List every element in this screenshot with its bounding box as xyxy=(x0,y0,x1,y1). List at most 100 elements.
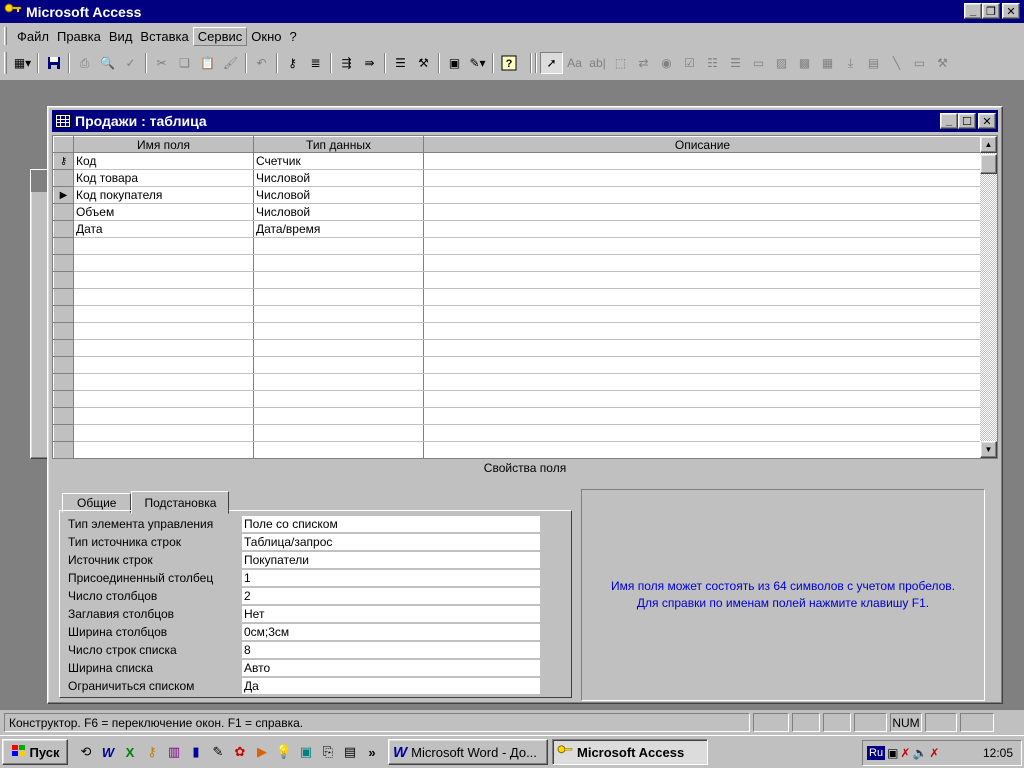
data-type-cell[interactable]: Числовой xyxy=(253,169,424,187)
row-selector[interactable] xyxy=(53,424,74,442)
print-preview-icon[interactable]: 🔍 xyxy=(96,52,119,74)
paste-icon[interactable]: 📋 xyxy=(196,52,219,74)
table-row-empty[interactable] xyxy=(53,288,982,306)
current-row-icon[interactable]: ▶ xyxy=(53,186,74,204)
data-type-cell[interactable] xyxy=(253,237,424,255)
select-objects-icon[interactable]: ➚ xyxy=(540,52,563,74)
print-icon[interactable]: ⎙ xyxy=(73,52,96,74)
tab-lookup[interactable]: Подстановка xyxy=(131,491,230,514)
list-box-icon[interactable]: ☰ xyxy=(724,52,747,74)
property-row[interactable]: Источник строк Покупатели xyxy=(64,551,540,569)
description-cell[interactable] xyxy=(423,288,982,306)
field-name-cell[interactable]: Код товара xyxy=(73,169,254,187)
table-row[interactable]: Дата Дата/время xyxy=(53,220,982,238)
language-indicator[interactable]: Ru xyxy=(867,746,886,760)
data-type-cell[interactable] xyxy=(253,390,424,408)
access-key-icon[interactable]: ⚷ xyxy=(142,742,162,762)
start-button[interactable]: Пуск xyxy=(2,739,68,765)
cut-icon[interactable]: ✂ xyxy=(150,52,173,74)
more-icon[interactable]: » xyxy=(362,742,382,762)
field-name-cell[interactable] xyxy=(73,254,254,272)
minimize-button[interactable]: _ xyxy=(964,3,982,19)
property-row[interactable]: Ширина списка Авто xyxy=(64,659,540,677)
description-cell[interactable] xyxy=(423,203,982,221)
field-name-cell[interactable] xyxy=(73,356,254,374)
scroll-up-arrow-icon[interactable]: ▲ xyxy=(980,136,997,153)
word-icon[interactable]: W xyxy=(98,742,118,762)
more-controls-icon[interactable]: ⚒ xyxy=(931,52,954,74)
table-row[interactable]: Объем Числовой xyxy=(53,203,982,221)
menu-insert[interactable]: Вставка xyxy=(136,28,192,45)
toggle-button-icon[interactable]: ⇄ xyxy=(632,52,655,74)
insert-rows-icon[interactable]: ⇶ xyxy=(335,52,358,74)
task-word[interactable]: W Microsoft Word - До... xyxy=(388,739,548,765)
field-name-cell[interactable]: Объем xyxy=(73,203,254,221)
property-value[interactable]: 8 xyxy=(242,641,540,659)
data-type-cell[interactable] xyxy=(253,407,424,425)
row-selector[interactable] xyxy=(53,220,74,238)
powerpoint-icon[interactable]: ▶ xyxy=(252,742,272,762)
menu-edit[interactable]: Правка xyxy=(53,28,105,45)
table-row-empty[interactable] xyxy=(53,339,982,357)
scheduler-icon[interactable]: ✗ xyxy=(900,746,910,760)
row-selector[interactable] xyxy=(53,305,74,323)
row-selector[interactable] xyxy=(53,322,74,340)
data-type-cell[interactable]: Числовой xyxy=(253,203,424,221)
table-row-empty[interactable] xyxy=(53,390,982,408)
spelling-icon[interactable]: ✓ xyxy=(119,52,142,74)
restore-button[interactable]: ❐ xyxy=(982,3,1000,19)
view-icon[interactable]: ▦▾ xyxy=(11,52,34,74)
table-minimize-button[interactable]: _ xyxy=(940,113,958,129)
table-row-empty[interactable] xyxy=(53,237,982,255)
menu-view[interactable]: Вид xyxy=(105,28,137,45)
data-type-cell[interactable] xyxy=(253,271,424,289)
field-name-cell[interactable] xyxy=(73,441,254,458)
description-cell[interactable] xyxy=(423,322,982,340)
description-cell[interactable] xyxy=(423,424,982,442)
property-row[interactable]: Заглавия столбцов Нет xyxy=(64,605,540,623)
field-name-cell[interactable]: Код покупателя xyxy=(73,186,254,204)
command-button-icon[interactable]: ▭ xyxy=(747,52,770,74)
scroll-thumb[interactable] xyxy=(980,154,997,174)
row-selector[interactable] xyxy=(53,441,74,458)
table-window-title-bar[interactable]: Продажи : таблица _ ☐ ✕ xyxy=(52,110,998,132)
row-selector[interactable] xyxy=(53,390,74,408)
property-row[interactable]: Ограничиться списком Да xyxy=(64,677,540,695)
image-icon[interactable]: ▨ xyxy=(770,52,793,74)
table-row-empty[interactable] xyxy=(53,271,982,289)
row-selector[interactable] xyxy=(53,339,74,357)
option-group-icon[interactable]: ⬚ xyxy=(609,52,632,74)
properties-icon[interactable]: ☰ xyxy=(389,52,412,74)
delete-rows-icon[interactable]: ⇛ xyxy=(358,52,381,74)
grid-vertical-scrollbar[interactable]: ▲ ▼ xyxy=(980,136,997,458)
subform-icon[interactable]: ▤ xyxy=(862,52,885,74)
property-row[interactable]: Тип источника строк Таблица/запрос xyxy=(64,533,540,551)
property-value[interactable]: 0см;3см xyxy=(242,623,540,641)
task-access[interactable]: Microsoft Access xyxy=(552,739,708,765)
menu-help[interactable]: ? xyxy=(286,28,301,45)
close-button[interactable]: ✕ xyxy=(1002,3,1020,19)
primary-key-icon[interactable]: ⚷ xyxy=(281,52,304,74)
property-row[interactable]: Число столбцов 2 xyxy=(64,587,540,605)
build-icon[interactable]: ⚒ xyxy=(412,52,435,74)
property-row[interactable]: Тип элемента управления Поле со списком xyxy=(64,515,540,533)
table-row-empty[interactable] xyxy=(53,373,982,391)
menu-file[interactable]: Файл xyxy=(13,28,53,45)
indexes-icon[interactable]: ≣ xyxy=(304,52,327,74)
description-cell[interactable] xyxy=(423,305,982,323)
field-name-cell[interactable] xyxy=(73,424,254,442)
property-value[interactable]: 2 xyxy=(242,587,540,605)
description-cell[interactable] xyxy=(423,407,982,425)
help-icon[interactable]: ? xyxy=(497,52,520,74)
combo-box-icon[interactable]: ☷ xyxy=(701,52,724,74)
property-value[interactable]: Покупатели xyxy=(242,551,540,569)
property-value[interactable]: Да xyxy=(242,677,540,695)
menu-tools[interactable]: Сервис xyxy=(192,26,248,46)
field-name-cell[interactable] xyxy=(73,271,254,289)
format-painter-icon[interactable]: 🖌 xyxy=(219,52,242,74)
table-close-button[interactable]: ✕ xyxy=(978,113,996,129)
app-title-bar[interactable]: Microsoft Access _ ❐ ✕ xyxy=(0,0,1024,23)
field-name-cell[interactable] xyxy=(73,373,254,391)
data-type-cell[interactable] xyxy=(253,305,424,323)
description-cell[interactable] xyxy=(423,169,982,187)
